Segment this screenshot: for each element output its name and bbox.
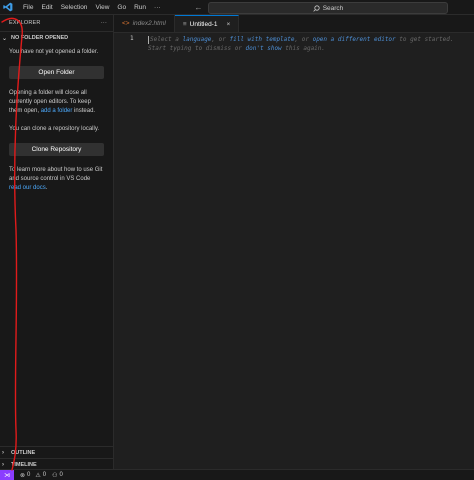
hint-text: Select a bbox=[150, 36, 183, 43]
hint-text: , or bbox=[211, 36, 230, 43]
close-editors-text-end: instead. bbox=[72, 108, 96, 114]
menu-selection[interactable]: Selection bbox=[57, 4, 92, 11]
vscode-logo-icon bbox=[1, 0, 15, 14]
hint-text: to get started. bbox=[395, 36, 454, 43]
add-folder-link[interactable]: add a folder bbox=[41, 108, 73, 114]
no-folder-message: You have not yet opened a folder. bbox=[9, 49, 99, 55]
hint-text: Start typing to dismiss or bbox=[148, 45, 246, 52]
warning-icon: ⚠ bbox=[35, 472, 41, 479]
ports-count: 0 bbox=[59, 472, 63, 478]
timeline-title: TIMELINE bbox=[11, 461, 37, 468]
explorer-title: EXPLORER bbox=[9, 20, 41, 26]
back-arrow-icon[interactable]: ← bbox=[195, 3, 203, 12]
status-bar: ⋊ ⊗ 0 ⚠ 0 ⚇ 0 bbox=[0, 469, 474, 480]
hint-line-1: Select a language, or fill with template… bbox=[148, 35, 453, 44]
problems-status[interactable]: ⊗ 0 ⚠ 0 bbox=[20, 472, 46, 479]
clone-repository-button[interactable]: Clone Repository bbox=[9, 143, 104, 156]
chevron-down-icon: ⌄ bbox=[2, 35, 8, 42]
open-folder-button[interactable]: Open Folder bbox=[9, 66, 104, 79]
fill-template-link[interactable]: fill with template bbox=[229, 36, 294, 43]
error-count: 0 bbox=[27, 472, 31, 478]
chevron-right-icon: › bbox=[2, 461, 4, 468]
chevron-right-icon: › bbox=[2, 449, 4, 456]
empty-editor-hint: Select a language, or fill with template… bbox=[148, 35, 453, 53]
menu-edit[interactable]: Edit bbox=[37, 4, 56, 11]
close-editors-message: Opening a folder will close all currentl… bbox=[9, 89, 104, 116]
no-folder-section-header[interactable]: ⌄ NO FOLDER OPENED bbox=[0, 31, 113, 44]
no-folder-panel: You have not yet opened a folder. Open F… bbox=[0, 44, 113, 193]
read-docs-link[interactable]: read our docs bbox=[9, 185, 46, 191]
explorer-header: EXPLORER ··· bbox=[0, 15, 113, 31]
menu-more-button[interactable]: ··· bbox=[150, 4, 165, 11]
tab-label: Untitled-1 bbox=[189, 20, 218, 28]
warning-count: 0 bbox=[42, 472, 47, 478]
editor-tabs: <> index2.html ≡ Untitled-1 × bbox=[114, 15, 474, 33]
menu-file[interactable]: File bbox=[19, 4, 37, 11]
text-cursor bbox=[148, 35, 149, 44]
menu-bar: File Edit Selection View Go Run ··· bbox=[19, 4, 165, 11]
html-icon: <> bbox=[122, 20, 130, 27]
hint-text: this again. bbox=[281, 45, 326, 52]
command-center-search[interactable]: Search bbox=[208, 2, 448, 14]
line-number: 1 bbox=[130, 35, 134, 42]
hint-text: , or bbox=[294, 36, 313, 43]
explorer-sidebar: EXPLORER ··· ⌄ NO FOLDER OPENED You have… bbox=[0, 15, 114, 469]
error-icon: ⊗ bbox=[20, 472, 26, 479]
close-icon[interactable]: × bbox=[226, 21, 230, 28]
git-docs-text-end: . bbox=[45, 185, 48, 191]
hint-line-2: Start typing to dismiss or don't show th… bbox=[148, 44, 453, 53]
explorer-more-button[interactable]: ··· bbox=[101, 20, 107, 26]
no-folder-title: NO FOLDER OPENED bbox=[11, 35, 69, 41]
open-different-editor-link[interactable]: open a different editor bbox=[313, 36, 396, 43]
select-language-link[interactable]: language bbox=[183, 36, 212, 43]
tab-untitled-1[interactable]: ≡ Untitled-1 × bbox=[174, 15, 240, 32]
tab-index2-html[interactable]: <> index2.html bbox=[114, 15, 175, 32]
file-icon: ≡ bbox=[182, 20, 187, 28]
clone-message: You can clone a repository locally. bbox=[9, 126, 100, 132]
search-label: Search bbox=[322, 4, 344, 12]
dont-show-link[interactable]: don't show bbox=[246, 45, 282, 52]
title-bar: File Edit Selection View Go Run ··· ← → … bbox=[0, 0, 474, 15]
ports-status[interactable]: ⚇ 0 bbox=[52, 472, 63, 479]
git-docs-text: To learn more about how to use Git and s… bbox=[9, 167, 103, 182]
git-docs-message: To learn more about how to use Git and s… bbox=[9, 166, 104, 193]
outline-title: OUTLINE bbox=[11, 449, 36, 456]
search-icon bbox=[313, 4, 320, 12]
editor-area: <> index2.html ≡ Untitled-1 × 1 Select a… bbox=[114, 15, 474, 469]
menu-go[interactable]: Go bbox=[113, 4, 130, 11]
outline-section-header[interactable]: › OUTLINE bbox=[0, 446, 113, 458]
menu-view[interactable]: View bbox=[91, 4, 113, 11]
ports-icon: ⚇ bbox=[52, 472, 58, 479]
menu-run[interactable]: Run bbox=[130, 4, 150, 11]
bottom-sections: › OUTLINE › TIMELINE bbox=[0, 446, 113, 470]
tab-label: index2.html bbox=[132, 20, 166, 27]
